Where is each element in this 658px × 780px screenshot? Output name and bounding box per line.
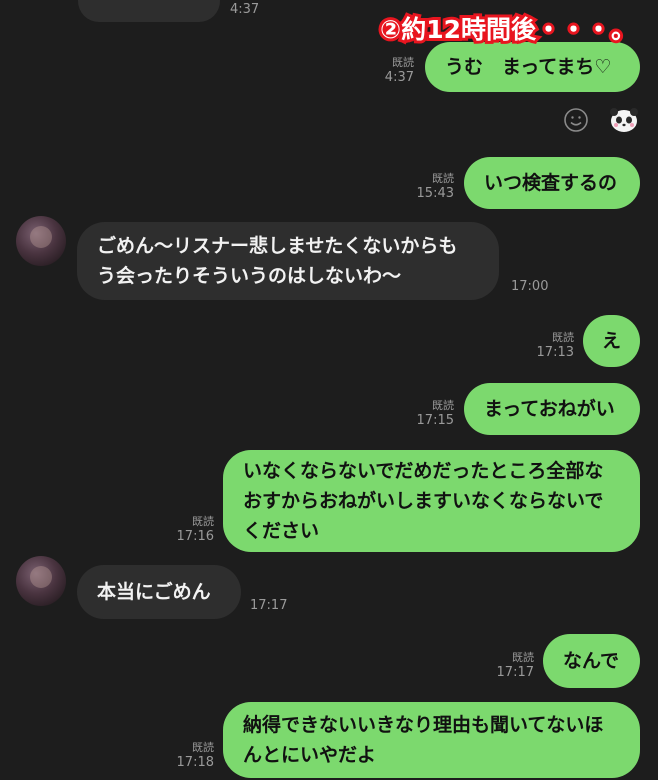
message-time: 17:17 <box>250 598 288 613</box>
read-receipt: 既読 <box>192 515 214 528</box>
message-time: 17:00 <box>511 279 549 294</box>
message-time: 17:15 <box>416 413 454 428</box>
outgoing-message[interactable]: なんで <box>543 634 640 688</box>
outgoing-message[interactable]: うむ まってまち♡ <box>425 42 640 92</box>
outgoing-message[interactable]: いつ検査するの <box>464 157 640 209</box>
message-meta: 既読 17:18 <box>177 740 214 770</box>
message-meta: 既読 17:16 <box>177 514 214 544</box>
read-receipt: 既読 <box>432 399 454 412</box>
outgoing-message[interactable]: いなくならないでだめだったところ全部な おすからおねがいしますいなくならないで … <box>223 450 640 552</box>
overlay-caption: ②約12時間後・・・。 <box>377 12 639 47</box>
incoming-message-partial[interactable] <box>78 0 220 22</box>
message-text: 本当にごめん <box>97 581 211 603</box>
message-text: なんで <box>563 650 620 672</box>
read-receipt: 既読 <box>432 172 454 185</box>
smiley-icon[interactable] <box>563 107 589 133</box>
message-time: 17:17 <box>496 665 534 680</box>
message-text: まっておねがい <box>484 398 615 420</box>
message-text-line: ごめん〜リスナー悲しませたくないからも <box>97 235 458 257</box>
read-receipt: 既読 <box>192 741 214 754</box>
panda-sticker-icon[interactable] <box>609 106 639 134</box>
chat-thread[interactable]: 4:37 ②約12時間後・・・。 既読 4:37 うむ まってまち♡ 既読 15… <box>0 0 658 780</box>
read-receipt: 既読 <box>512 651 534 664</box>
message-time: 17:13 <box>536 345 574 360</box>
outgoing-message[interactable]: 納得できないいきなり理由も聞いてないほ んとにいやだよ <box>223 702 640 778</box>
message-time: 15:43 <box>416 186 454 201</box>
message-time: 4:37 <box>230 2 260 17</box>
message-meta: 既読 17:13 <box>537 330 574 360</box>
message-time: 4:37 <box>384 70 414 85</box>
outgoing-message[interactable]: え <box>583 315 640 367</box>
incoming-message[interactable]: 本当にごめん <box>77 565 241 619</box>
message-meta: 既読 15:43 <box>417 171 454 201</box>
message-text: え <box>601 330 621 352</box>
message-text-line: ください <box>243 520 320 542</box>
message-text-line: んとにいやだよ <box>243 744 377 766</box>
message-text-line: おすからおねがいしますいなくならないで <box>243 490 604 512</box>
outgoing-message[interactable]: まっておねがい <box>464 383 640 435</box>
read-receipt: 既読 <box>392 56 414 69</box>
message-text: うむ まってまち♡ <box>445 56 612 78</box>
incoming-message[interactable]: ごめん〜リスナー悲しませたくないからも う会ったりそういうのはしないわ〜 <box>77 222 499 300</box>
message-text: いつ検査するの <box>484 172 618 194</box>
message-text-line: いなくならないでだめだったところ全部な <box>243 460 604 482</box>
message-meta: 既読 17:15 <box>417 398 454 428</box>
message-time: 17:18 <box>176 755 214 770</box>
sender-avatar[interactable] <box>16 216 66 266</box>
message-time: 17:16 <box>176 529 214 544</box>
sender-avatar[interactable] <box>16 556 66 606</box>
message-text-line: 納得できないいきなり理由も聞いてないほ <box>243 714 604 736</box>
message-text-line: う会ったりそういうのはしないわ〜 <box>97 265 402 287</box>
message-meta: 既読 4:37 <box>385 55 414 85</box>
message-meta: 既読 17:17 <box>497 650 534 680</box>
read-receipt: 既読 <box>552 331 574 344</box>
